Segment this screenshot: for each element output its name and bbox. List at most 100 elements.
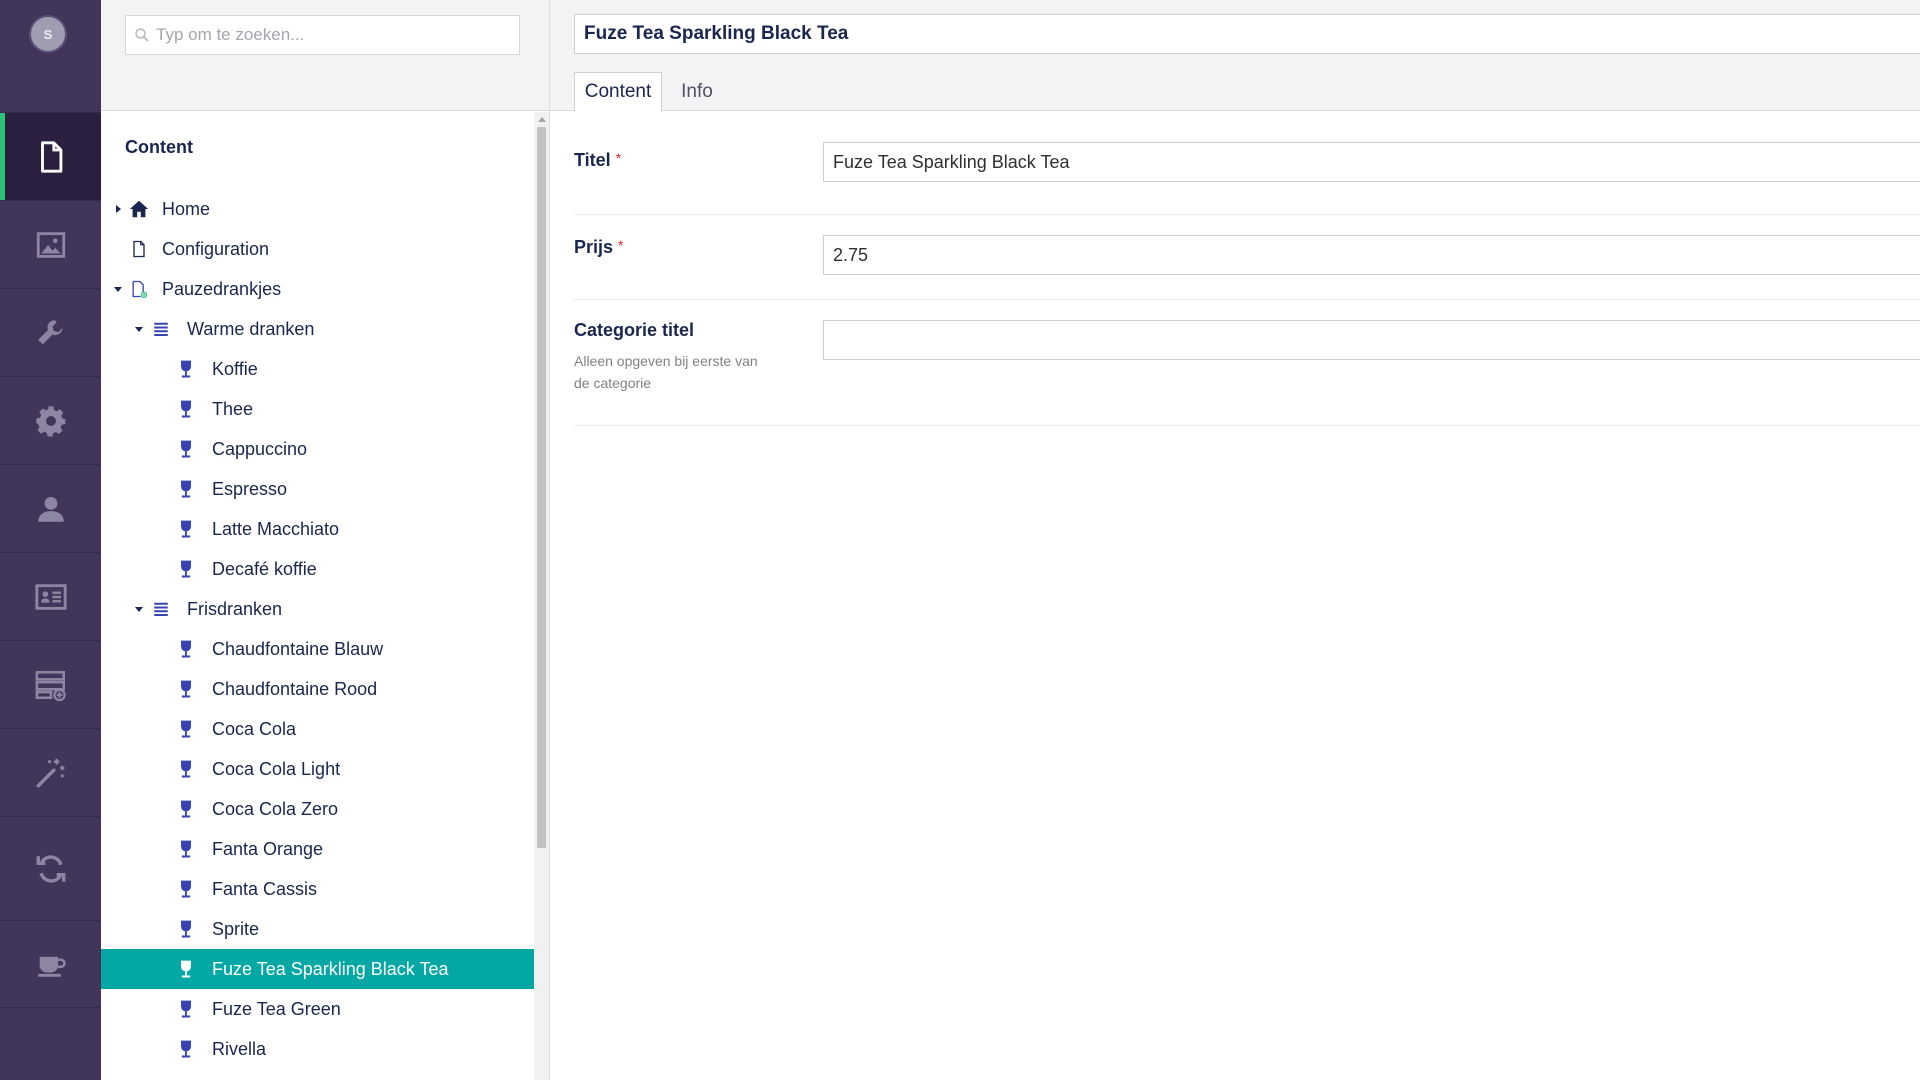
- property-prijs: Prijs *: [574, 215, 1920, 300]
- tree-node-label: Koffie: [212, 358, 258, 379]
- tree-node[interactable]: Warme dranken: [101, 309, 534, 349]
- tree-node-label: Fuze Tea Green: [212, 998, 341, 1019]
- wrench-icon: [34, 316, 68, 350]
- caret-down-icon[interactable]: [134, 604, 144, 614]
- tree-node-label: Home: [162, 198, 211, 219]
- tree-scrollbar[interactable]: [534, 112, 549, 1080]
- page-plus-icon: [128, 278, 150, 300]
- tree-node[interactable]: Configuration: [101, 229, 534, 269]
- tree-node[interactable]: Frisdranken: [101, 589, 534, 629]
- tree-node[interactable]: Coca Cola Zero: [101, 789, 534, 829]
- tree-node[interactable]: Fuze Tea Sparkling Black Tea: [101, 949, 534, 989]
- search-icon: [134, 27, 150, 43]
- page-icon: [128, 238, 150, 260]
- glass-icon: [175, 438, 197, 460]
- required-mark: *: [615, 150, 622, 166]
- tree-node[interactable]: Fanta Cassis: [101, 869, 534, 909]
- tree-node-label: Fanta Cassis: [212, 878, 318, 899]
- tree-header: [101, 0, 549, 111]
- tree-node[interactable]: Thee: [101, 389, 534, 429]
- magic-wand-icon: [34, 756, 68, 790]
- property-titel: Titel *: [574, 112, 1920, 215]
- glass-icon: [175, 718, 197, 740]
- tree-node[interactable]: Coca Cola: [101, 709, 534, 749]
- user-icon: [34, 492, 68, 526]
- tree-node[interactable]: Cappuccino: [101, 429, 534, 469]
- tree-node-label: Pauzedrankjes: [162, 278, 282, 299]
- tree-node[interactable]: Rivella: [101, 1029, 534, 1069]
- tree-node[interactable]: Fuze Tea Green: [101, 989, 534, 1029]
- tree-node[interactable]: Koffie: [101, 349, 534, 389]
- tree-node[interactable]: Home: [101, 189, 534, 229]
- glass-icon: [175, 638, 197, 660]
- form-add-icon: [34, 668, 68, 702]
- glass-icon: [175, 758, 197, 780]
- tree-node-label: Coca Cola: [212, 718, 297, 739]
- tree-node[interactable]: Fanta Orange: [101, 829, 534, 869]
- tree-root-label: Content: [125, 137, 193, 157]
- tree-node[interactable]: Sprite: [101, 909, 534, 949]
- coffee-cup-icon: [34, 947, 68, 981]
- caret-down-icon[interactable]: [134, 324, 144, 334]
- section-packages[interactable]: [0, 376, 101, 464]
- section-deploy[interactable]: [0, 816, 101, 920]
- categorie-titel-input[interactable]: [823, 320, 1920, 360]
- section-users[interactable]: [0, 464, 101, 552]
- glass-icon: [175, 398, 197, 420]
- titel-input[interactable]: [823, 142, 1920, 182]
- glass-icon: [175, 798, 197, 820]
- content-editor: Fuze Tea Sparkling Black Tea Content Inf…: [550, 0, 1920, 1080]
- tree-node-label: Thee: [212, 398, 254, 419]
- tree-node[interactable]: Pauzedrankjes: [101, 269, 534, 309]
- tree-node[interactable]: Espresso: [101, 469, 534, 509]
- tree-node[interactable]: [101, 1069, 534, 1080]
- tree-node-label: Rivella: [212, 1038, 267, 1059]
- property-label: Titel *: [574, 150, 622, 170]
- tree-node-label: Cappuccino: [212, 438, 308, 459]
- tree-node[interactable]: Decafé koffie: [101, 549, 534, 589]
- section-media[interactable]: [0, 200, 101, 288]
- glass-icon: [175, 998, 197, 1020]
- section-translation[interactable]: [0, 728, 101, 816]
- home-icon: [128, 198, 150, 220]
- glass-icon: [175, 918, 197, 940]
- tree-node-label: Latte Macchiato: [212, 518, 340, 539]
- prijs-input[interactable]: [823, 235, 1920, 275]
- glass-icon: [175, 478, 197, 500]
- user-avatar[interactable]: S: [29, 15, 67, 53]
- search-input[interactable]: [156, 25, 516, 45]
- tree-node-label: Chaudfontaine Blauw: [212, 638, 384, 659]
- section-coffee[interactable]: [0, 920, 101, 1008]
- section-forms[interactable]: [0, 640, 101, 728]
- glass-icon: [175, 678, 197, 700]
- tree-node[interactable]: Latte Macchiato: [101, 509, 534, 549]
- caret-down-icon[interactable]: [113, 284, 123, 294]
- section-content[interactable]: [0, 112, 101, 200]
- tree-node[interactable]: Chaudfontaine Blauw: [101, 629, 534, 669]
- tree-node[interactable]: Chaudfontaine Rood: [101, 669, 534, 709]
- content-tree-panel: Content Home Configuration Pauzedrankjes Wa…: [101, 0, 550, 1080]
- image-icon: [34, 228, 68, 262]
- tree-body: Content Home Configuration Pauzedrankjes Wa…: [101, 112, 534, 1080]
- scroll-up-arrow-icon[interactable]: [538, 117, 546, 122]
- property-description: Alleen opgeven bij eerste van de categor…: [574, 353, 758, 391]
- section-members[interactable]: [0, 552, 101, 640]
- tab-info[interactable]: Info: [664, 72, 730, 112]
- id-card-icon: [34, 580, 68, 614]
- node-name-field[interactable]: Fuze Tea Sparkling Black Tea: [574, 14, 1920, 54]
- tree-node-label: Coca Cola Light: [212, 758, 341, 779]
- glass-icon: [175, 518, 197, 540]
- scroll-thumb[interactable]: [537, 127, 546, 848]
- section-rail: S: [0, 0, 101, 1080]
- tab-content[interactable]: Content: [574, 72, 662, 112]
- required-mark: *: [618, 237, 624, 253]
- tree-node-label: Fanta Orange: [212, 838, 324, 859]
- tree-node[interactable]: Coca Cola Light: [101, 749, 534, 789]
- list-icon: [150, 598, 172, 620]
- tree-node-label: Chaudfontaine Rood: [212, 678, 378, 699]
- tree-node-label: Coca Cola Zero: [212, 798, 339, 819]
- document-icon: [34, 140, 68, 174]
- tree-node-label: Configuration: [162, 238, 270, 259]
- caret-right-icon[interactable]: [113, 204, 123, 214]
- section-settings[interactable]: [0, 288, 101, 376]
